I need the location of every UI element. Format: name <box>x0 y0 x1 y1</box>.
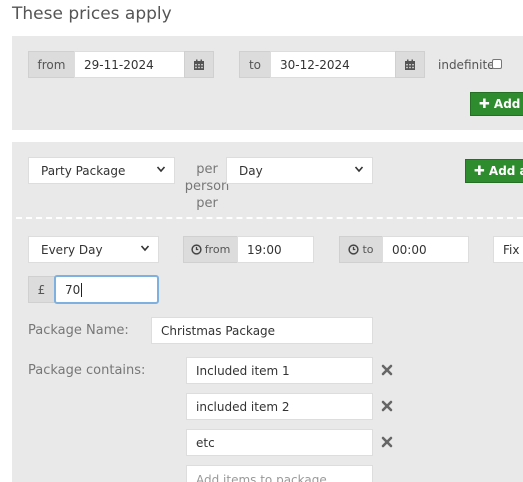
package-item-input[interactable]: etc <box>186 429 373 456</box>
from-time-label: from <box>183 236 238 263</box>
package-item-input[interactable]: Included item 1 <box>186 357 373 384</box>
plus-icon: ✚ <box>474 163 485 179</box>
calendar-icon <box>405 59 415 70</box>
to-date-calendar-button[interactable] <box>395 51 425 78</box>
per-person-per-text: per person per <box>184 162 230 211</box>
chevron-down-icon <box>354 166 364 173</box>
add-date-range-button[interactable]: ✚ Add a <box>470 92 523 116</box>
per-unit-select[interactable]: Day <box>226 157 373 184</box>
package-select-value: Party Package <box>41 163 126 178</box>
days-select[interactable]: Every Day <box>28 236 159 263</box>
clock-icon <box>191 244 202 255</box>
indefinite-checkbox[interactable] <box>492 59 502 69</box>
add-all-button[interactable]: ✚ Add al <box>465 159 523 183</box>
from-date-label: from <box>28 51 75 78</box>
clock-icon <box>348 244 360 255</box>
per-unit-select-value: Day <box>239 163 263 178</box>
package-name-label: Package Name: <box>28 323 129 338</box>
page-heading: These prices apply <box>12 4 172 24</box>
plus-icon: ✚ <box>479 96 490 112</box>
remove-item-icon[interactable] <box>381 436 393 448</box>
add-package-item-input[interactable]: Add items to package <box>186 465 373 482</box>
fixed-select[interactable]: Fix <box>493 236 523 263</box>
date-range-panel: from 29-11-2024 to 30-12-2024 indefinite… <box>12 36 523 130</box>
add-all-label: Add al <box>488 164 523 178</box>
from-date-calendar-button[interactable] <box>184 51 214 78</box>
add-date-range-label: Add a <box>493 97 523 111</box>
to-date-label: to <box>239 51 271 78</box>
section-divider <box>16 217 523 219</box>
from-time-input[interactable]: 19:00 <box>237 236 314 263</box>
to-time-label-text: to <box>362 243 374 256</box>
calendar-icon <box>194 59 204 70</box>
indefinite-label: indefinite <box>438 58 495 72</box>
to-time-input[interactable]: 00:00 <box>382 236 469 263</box>
currency-label: £ <box>28 276 55 303</box>
price-input-value: 70 <box>65 282 81 297</box>
package-name-input[interactable]: Christmas Package <box>151 317 373 344</box>
chevron-down-icon <box>156 166 166 173</box>
to-date-input[interactable]: 30-12-2024 <box>270 51 396 78</box>
to-time-label: to <box>339 236 383 263</box>
package-item-input[interactable]: included item 2 <box>186 393 373 420</box>
package-select[interactable]: Party Package <box>28 157 175 184</box>
from-date-input[interactable]: 29-11-2024 <box>74 51 185 78</box>
from-time-label-text: from <box>204 243 231 256</box>
chevron-down-icon <box>140 245 150 252</box>
remove-item-icon[interactable] <box>381 400 393 412</box>
text-cursor <box>81 282 83 297</box>
remove-item-icon[interactable] <box>381 364 393 376</box>
price-input[interactable]: 70 <box>54 275 159 304</box>
days-select-value: Every Day <box>41 242 103 257</box>
package-contains-label: Package contains: <box>28 363 146 378</box>
